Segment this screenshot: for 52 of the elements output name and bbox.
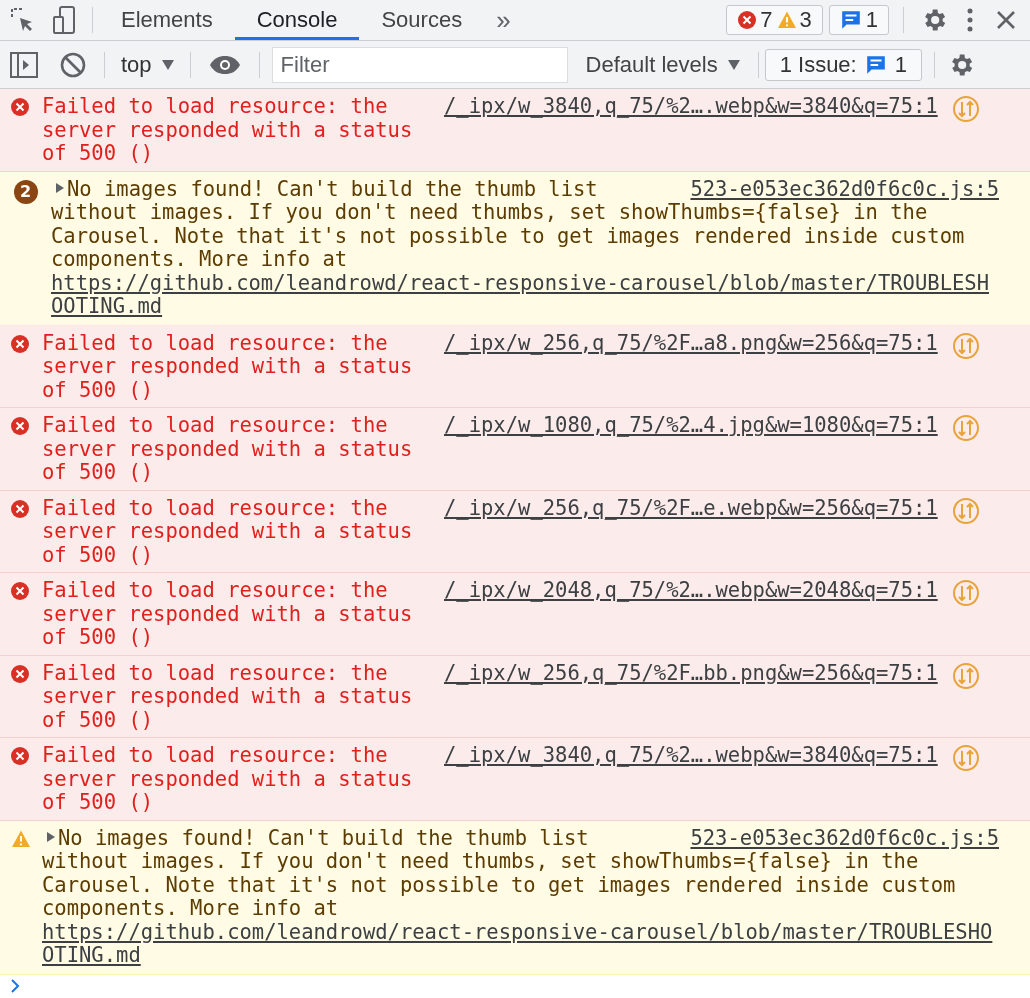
warning-icon xyxy=(11,828,31,849)
prompt-chevron-icon xyxy=(10,978,20,993)
caret-icon xyxy=(161,59,174,70)
error-message: Failed to load resource: the server responded with a status of 500 () xyxy=(42,744,414,815)
warning-icon xyxy=(776,10,797,30)
error-message: Failed to load resource: the server responded with a status of 500 () xyxy=(42,95,414,166)
more-tabs-button[interactable]: » xyxy=(484,4,523,36)
source-link[interactable]: 523-e053ec362d0f6c0c.js:5 xyxy=(690,177,999,201)
error-icon xyxy=(10,663,30,684)
warning-summary: No images found! Can't build the thumb list xyxy=(58,826,589,850)
message-icon xyxy=(864,53,887,76)
error-message: Failed to load resource: the server responded with a status of 500 () xyxy=(42,496,414,567)
panel-tab[interactable]: Elements xyxy=(99,0,235,40)
error-count: 7 xyxy=(760,7,773,33)
source-link[interactable]: /_ipx/w_256,q_75/%2F…a8.png&w=256&q=75:1 xyxy=(444,331,938,355)
message-counter[interactable]: 1 xyxy=(828,5,889,35)
warning-details: without images. If you don't need thumbs, set showThumbs={false} in the Carousel. Note that it's not possible to get images rendered inside custom components. More info at https://github.com/leandrowd/react-responsive-carousel/blob/master/TROUBLESHOOTING.md xyxy=(42,850,999,968)
error-message: Failed to load resource: the server responded with a status of 500 () xyxy=(42,661,414,732)
expand-arrow-icon[interactable] xyxy=(46,830,56,843)
error-message: Failed to load resource: the server responded with a status of 500 () xyxy=(42,331,414,402)
caret-icon xyxy=(727,59,740,70)
warning-count: 3 xyxy=(799,7,812,33)
error-icon xyxy=(10,97,30,117)
message-count: 1 xyxy=(865,7,878,33)
source-link[interactable]: /_ipx/w_3840,q_75/%2….webp&w=3840&q=75:1 xyxy=(444,744,938,768)
error-warning-counter[interactable]: 7 3 xyxy=(726,5,823,35)
error-icon xyxy=(10,416,30,436)
filter-field[interactable]: Filter xyxy=(271,46,568,83)
source-link[interactable]: /_ipx/w_256,q_75/%2F…bb.png&w=256&q=75:1 xyxy=(444,661,938,685)
source-link[interactable]: /_ipx/w_2048,q_75/%2….webp&w=2048&q=75:1 xyxy=(444,579,938,603)
error-icon xyxy=(737,10,758,30)
source-link[interactable]: /_ipx/w_256,q_75/%2F…e.webp&w=256&q=75:1 xyxy=(444,496,938,520)
issues-button[interactable]: 1 Issue: 1 xyxy=(764,48,922,81)
source-link[interactable]: /_ipx/w_3840,q_75/%2….webp&w=3840&q=75:1 xyxy=(444,95,938,119)
warning-details: without images. If you don't need thumbs, set showThumbs={false} in the Carousel. Note that it's not possible to get images rendered inside custom components. More info at https://github.com/leandrowd/react-responsive-carousel/blob/master/TROUBLESHOOTING.md xyxy=(51,201,999,319)
source-link[interactable]: /_ipx/w_1080,q_75/%2…4.jpg&w=1080&q=75:1 xyxy=(444,414,938,438)
source-link[interactable]: 523-e053ec362d0f6c0c.js:5 xyxy=(690,826,999,850)
error-icon xyxy=(10,498,30,519)
expand-arrow-icon[interactable] xyxy=(55,181,65,194)
message-icon xyxy=(839,9,862,31)
documentation-link[interactable]: https://github.com/leandrowd/react-responsive-carousel/blob/master/TROUBLESHOOTING.md xyxy=(42,920,999,968)
log-levels-dropdown[interactable]: Default levels xyxy=(573,51,752,78)
warning-summary: No images found! Can't build the thumb list xyxy=(67,177,598,201)
context-dropdown[interactable]: top xyxy=(111,51,184,78)
error-icon xyxy=(10,333,30,354)
panel-tab[interactable]: Sources xyxy=(359,0,485,40)
error-icon xyxy=(10,746,30,766)
error-message: Failed to load resource: the server responded with a status of 500 () xyxy=(42,414,414,485)
repeat-count-badge: 2 xyxy=(13,179,38,204)
error-icon xyxy=(10,581,30,601)
error-message: Failed to load resource: the server responded with a status of 500 () xyxy=(42,579,414,650)
documentation-link[interactable]: https://github.com/leandrowd/react-responsive-carousel/blob/master/TROUBLESHOOTING.md xyxy=(51,271,999,319)
